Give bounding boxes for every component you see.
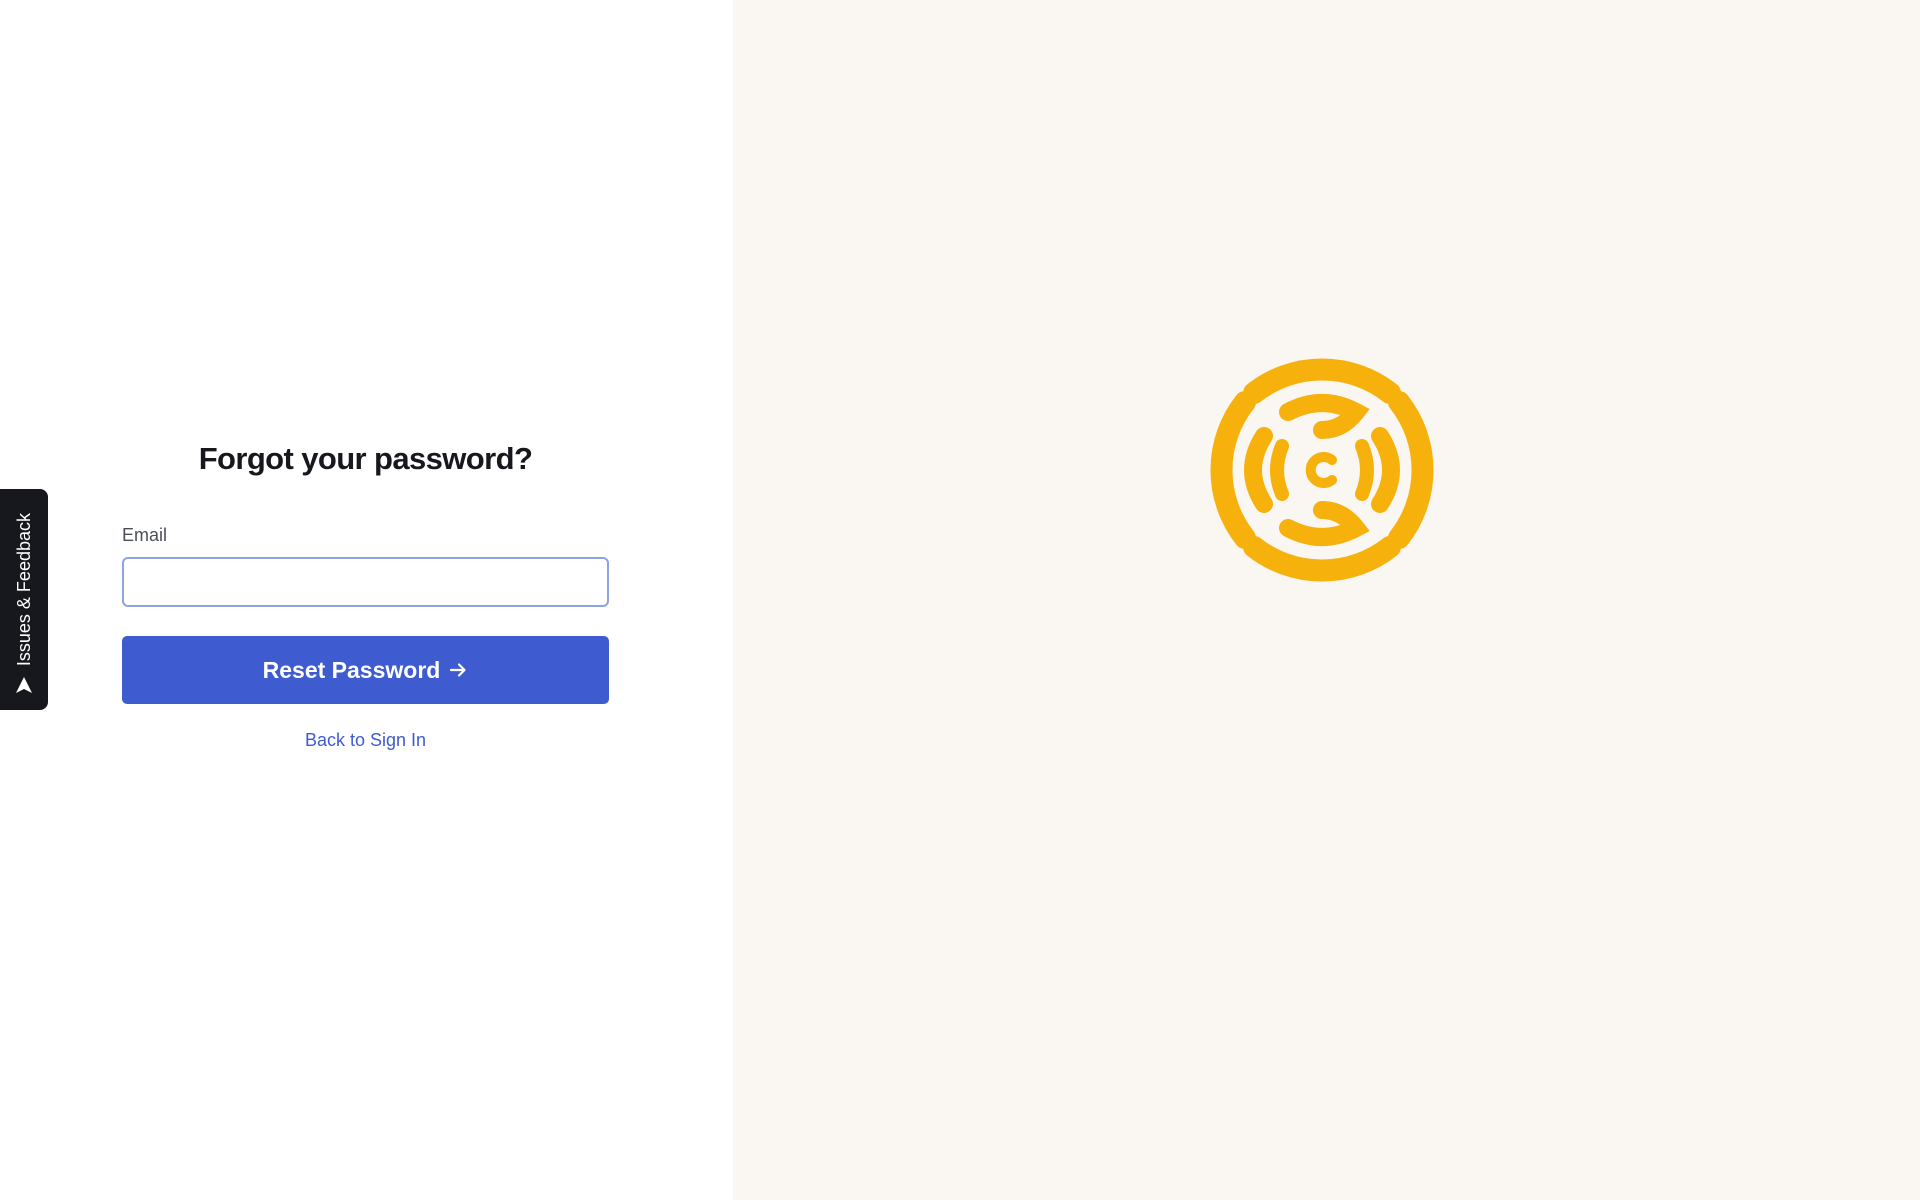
page: Issues & Feedback Forgot your password? … (0, 0, 1920, 1200)
issues-feedback-label: Issues & Feedback (14, 512, 34, 666)
reset-password-label: Reset Password (262, 656, 441, 683)
email-label: Email (122, 525, 168, 545)
back-to-sign-in-link[interactable]: Back to Sign In (122, 728, 609, 752)
page-title: Forgot your password? (198, 441, 533, 476)
brand-logo-icon (1202, 350, 1442, 590)
send-icon (15, 676, 33, 694)
arrow-right-icon (448, 660, 468, 680)
brand-panel (733, 0, 1920, 1200)
email-input[interactable] (122, 557, 609, 607)
forgot-password-form: Forgot your password? Email Reset Passwo… (122, 434, 609, 752)
issues-feedback-tab[interactable]: Issues & Feedback (0, 489, 48, 710)
form-panel: Issues & Feedback Forgot your password? … (0, 0, 733, 1200)
reset-password-button[interactable]: Reset Password (122, 636, 609, 704)
